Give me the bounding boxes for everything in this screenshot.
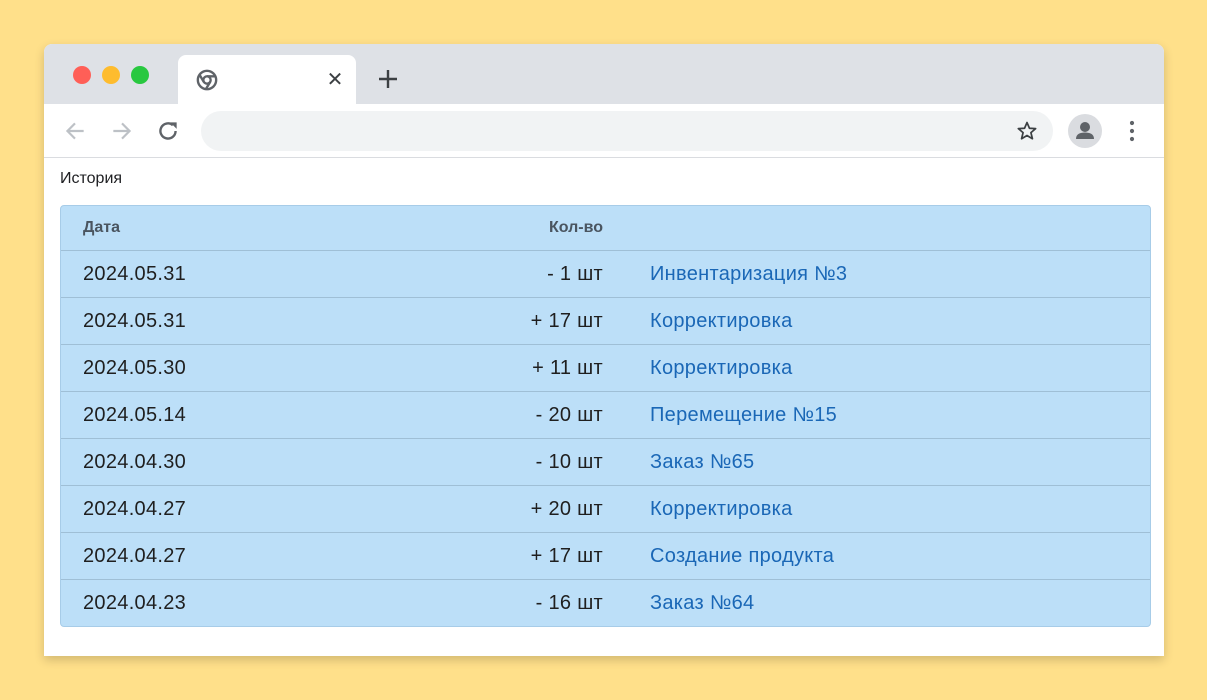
row-date: 2024.04.27 [83,545,187,567]
minimize-window-button[interactable] [102,66,120,84]
row-document-link[interactable]: Создание продукта [650,545,834,568]
reload-icon[interactable] [155,118,181,144]
history-table: Дата Кол-во 2024.05.31 - 1 шт Инвентариз… [60,205,1151,627]
table-row: 2024.05.31 - 1 шт Инвентаризация №3 [61,251,1150,298]
star-icon[interactable] [1016,120,1038,142]
close-window-button[interactable] [73,66,91,84]
column-header-date: Дата [83,219,121,236]
row-date: 2024.05.30 [83,357,187,379]
address-input[interactable] [219,120,1003,144]
row-qty: + 11 шт [532,357,603,379]
column-header-qty: Кол-во [548,219,603,236]
row-document-link[interactable]: Корректировка [650,498,793,521]
row-qty: - 16 шт [535,592,603,614]
row-date: 2024.04.27 [83,498,187,520]
person-icon [1076,122,1094,139]
table-row: 2024.04.27 + 20 шт Корректировка [61,486,1150,533]
row-document-link[interactable]: Заказ №64 [650,592,754,615]
row-date: 2024.04.23 [83,592,187,614]
table-row: 2024.05.30 + 11 шт Корректировка [61,345,1150,392]
chrome-icon [196,69,218,91]
table-row: 2024.04.23 - 16 шт Заказ №64 [61,580,1150,626]
table-header: Дата Кол-во [61,206,1150,251]
address-bar[interactable] [201,111,1053,151]
row-qty: + 17 шт [530,310,603,332]
table-row: 2024.05.31 + 17 шт Корректировка [61,298,1150,345]
row-date: 2024.05.31 [83,263,187,285]
page-title: История [60,170,123,187]
row-qty: - 10 шт [535,451,603,473]
browser-window: ✕ История Дата Кол-во 2024.05.31 - 1 шт … [44,44,1164,656]
profile-button[interactable] [1068,114,1102,148]
row-qty: + 17 шт [530,545,603,567]
row-qty: - 1 шт [547,263,603,285]
kebab-menu-icon[interactable] [1120,118,1144,144]
title-bar: ✕ [44,44,1164,104]
browser-toolbar [44,104,1164,158]
close-icon[interactable]: ✕ [324,69,346,91]
row-qty: + 20 шт [530,498,603,520]
table-row: 2024.04.27 + 17 шт Создание продукта [61,533,1150,580]
browser-tab[interactable]: ✕ [178,55,356,104]
maximize-window-button[interactable] [131,66,149,84]
table-row: 2024.04.30 - 10 шт Заказ №65 [61,439,1150,486]
arrow-left-icon[interactable] [62,118,88,144]
row-document-link[interactable]: Инвентаризация №3 [650,263,847,286]
row-document-link[interactable]: Корректировка [650,357,793,380]
table-row: 2024.05.14 - 20 шт Перемещение №15 [61,392,1150,439]
row-document-link[interactable]: Корректировка [650,310,793,333]
row-date: 2024.05.14 [83,404,187,426]
row-document-link[interactable]: Перемещение №15 [650,404,837,427]
row-qty: - 20 шт [535,404,603,426]
arrow-right-icon[interactable] [109,118,135,144]
row-date: 2024.04.30 [83,451,187,473]
row-document-link[interactable]: Заказ №65 [650,451,754,474]
page-content: История Дата Кол-во 2024.05.31 - 1 шт Ин… [44,158,1164,656]
plus-icon[interactable] [376,67,400,91]
row-date: 2024.05.31 [83,310,187,332]
